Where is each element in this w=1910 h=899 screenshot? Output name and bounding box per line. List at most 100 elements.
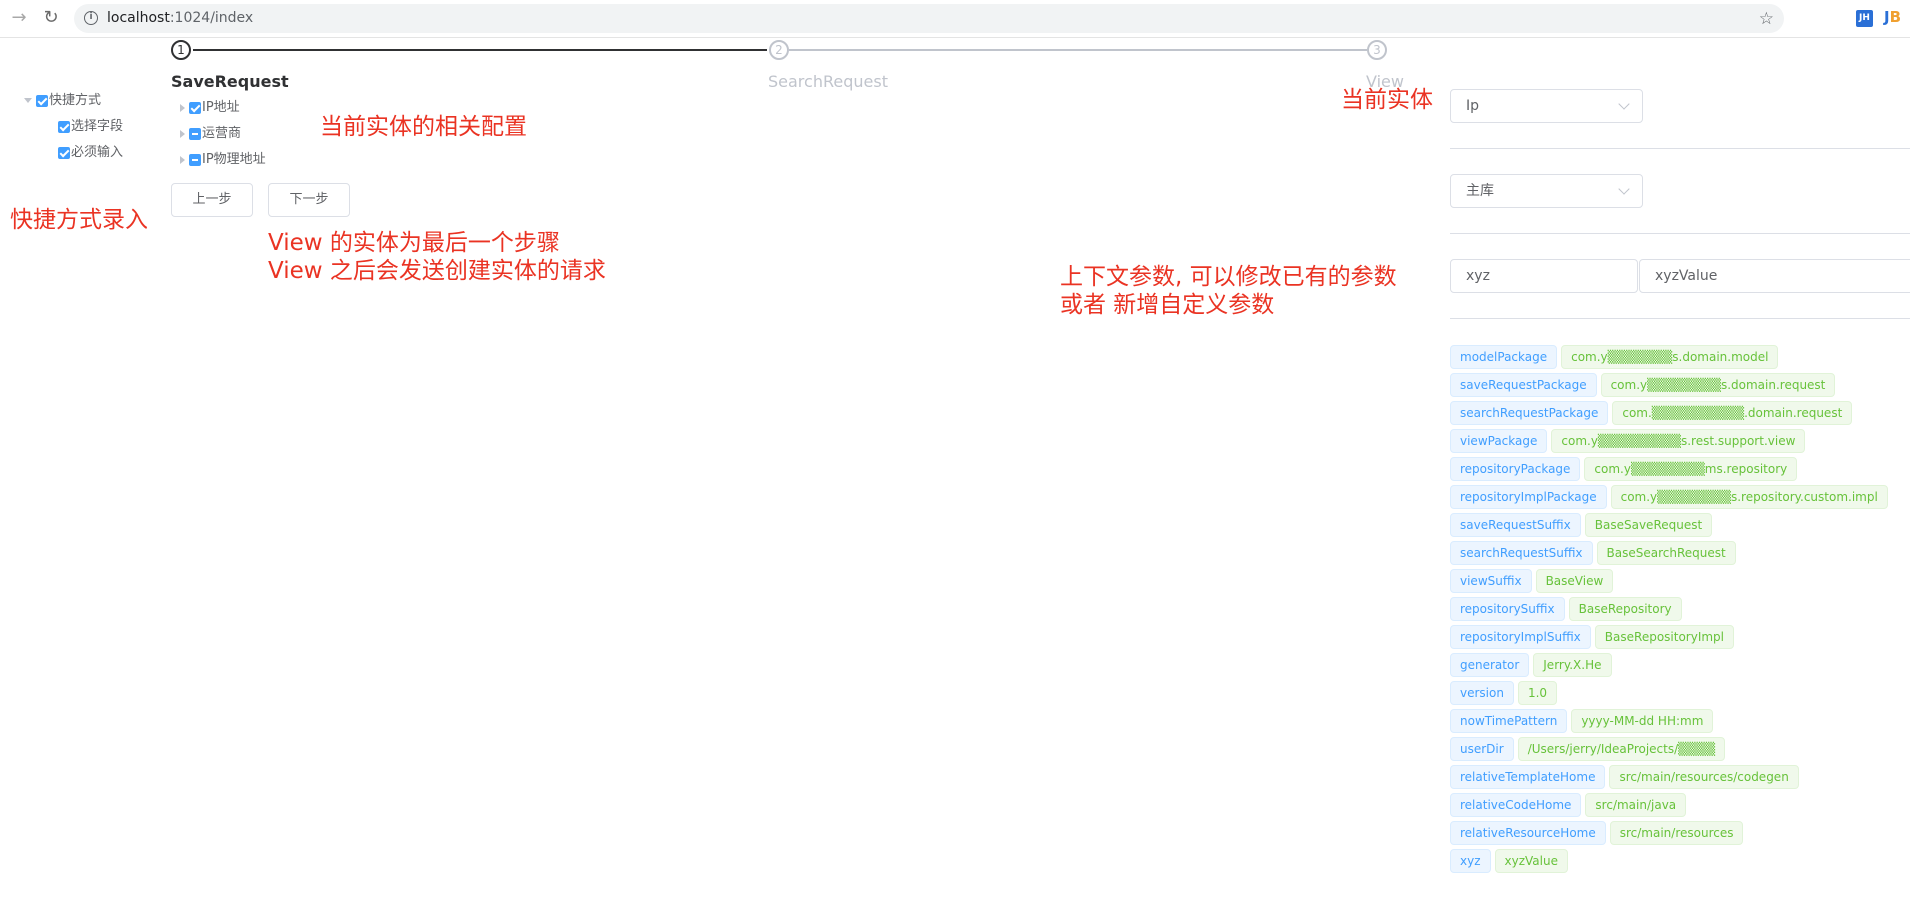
- tree-node-label: 运营商: [202, 126, 242, 141]
- site-info-icon[interactable]: i: [84, 11, 98, 25]
- context-param-row: userDir/Users/jerry/IdeaProjects/▒▒▒▒: [1450, 737, 1729, 761]
- param-key-tag[interactable]: relativeTemplateHome: [1450, 765, 1606, 789]
- next-step-button[interactable]: 下一步: [268, 183, 350, 217]
- step-1-icon: 1: [171, 40, 191, 60]
- param-key-tag[interactable]: xyz: [1450, 849, 1491, 873]
- param-key-tag[interactable]: version: [1450, 681, 1514, 705]
- chevron-down-icon: [1618, 98, 1630, 110]
- back-arrow-icon[interactable]: →: [9, 8, 29, 28]
- annotation-context-2: 或者 新增自定义参数: [1060, 292, 1275, 318]
- param-key-tag[interactable]: saveRequestSuffix: [1450, 513, 1581, 537]
- param-value-tag[interactable]: src/main/java: [1585, 793, 1687, 817]
- extension-jb-icon[interactable]: JB: [1884, 8, 1901, 26]
- tree-node-select-field[interactable]: 选择字段: [58, 117, 123, 137]
- expand-caret-icon[interactable]: [24, 98, 32, 103]
- expand-caret-icon[interactable]: [180, 155, 185, 164]
- param-key-tag[interactable]: repositoryImplPackage: [1450, 485, 1607, 509]
- tree-node-ip[interactable]: IP地址: [180, 98, 240, 118]
- param-key-tag[interactable]: repositoryImplSuffix: [1450, 625, 1591, 649]
- param-value-tag[interactable]: yyyy-MM-dd HH:mm: [1571, 709, 1714, 733]
- context-param-row: searchRequestSuffix BaseSearchRequest: [1450, 541, 1740, 565]
- param-key-tag[interactable]: repositoryPackage: [1450, 457, 1581, 481]
- param-key-tag[interactable]: modelPackage: [1450, 345, 1558, 369]
- param-key-tag[interactable]: searchRequestSuffix: [1450, 541, 1593, 565]
- browser-toolbar: → ↻ i localhost:1024/index ☆ JH JB: [0, 0, 1910, 38]
- tree-checkbox[interactable]: [36, 94, 48, 107]
- param-key-tag[interactable]: searchRequestPackage: [1450, 401, 1609, 425]
- param-key-tag[interactable]: relativeResourceHome: [1450, 821, 1606, 845]
- expand-caret-icon[interactable]: [180, 103, 185, 112]
- tree-checkbox[interactable]: [189, 101, 201, 114]
- tree-node-ip-location[interactable]: IP物理地址: [180, 150, 266, 170]
- annotation-context-1: 上下文参数, 可以修改已有的参数: [1060, 264, 1397, 290]
- param-value-tag[interactable]: com.y▒▒▒▒▒▒▒▒s.repository.custom.impl: [1610, 485, 1888, 509]
- address-bar[interactable]: i localhost:1024/index ☆: [74, 4, 1784, 33]
- context-param-row: relativeTemplateHome src/main/resources/c…: [1450, 765, 1803, 789]
- param-value-tag[interactable]: BaseSearchRequest: [1596, 541, 1736, 565]
- param-key-tag[interactable]: generator: [1450, 653, 1530, 677]
- param-value-tag[interactable]: BaseSaveRequest: [1584, 513, 1713, 537]
- param-value-tag[interactable]: /Users/jerry/IdeaProjects/▒▒▒▒: [1517, 737, 1726, 761]
- entity-select[interactable]: Ip: [1450, 89, 1643, 123]
- tree-node-label: IP物理地址: [202, 152, 266, 167]
- param-key-value: xyz: [1466, 268, 1490, 284]
- param-key-tag[interactable]: nowTimePattern: [1450, 709, 1568, 733]
- prev-step-button[interactable]: 上一步: [171, 183, 253, 217]
- context-param-row: saveRequestPackage com.y▒▒▒▒▒▒▒▒s.domain.…: [1450, 373, 1839, 397]
- param-value-tag[interactable]: src/main/resources: [1609, 821, 1744, 845]
- param-key-input[interactable]: xyz: [1450, 259, 1638, 293]
- tree-node-label: 必须输入: [71, 145, 124, 160]
- tree-checkbox[interactable]: [189, 153, 201, 166]
- divider: [1450, 148, 1910, 149]
- context-param-row: nowTimePattern yyyy-MM-dd HH:mm: [1450, 709, 1717, 733]
- param-value-tag[interactable]: 1.0: [1517, 681, 1558, 705]
- tree-checkbox[interactable]: [58, 120, 70, 133]
- param-value-tag[interactable]: BaseRepository: [1568, 597, 1682, 621]
- param-value-value: xyzValue: [1655, 268, 1718, 284]
- param-value-tag[interactable]: com.y▒▒▒▒▒▒▒▒ms.repository: [1584, 457, 1798, 481]
- tree-node-label: IP地址: [202, 100, 240, 115]
- url-text[interactable]: localhost:1024/index: [107, 4, 253, 33]
- param-value-input[interactable]: xyzValue: [1639, 259, 1910, 293]
- divider: [1450, 233, 1910, 234]
- param-value-tag[interactable]: com.y▒▒▒▒▒▒▒s.domain.model: [1561, 345, 1779, 369]
- context-param-row: xyz xyzValue: [1450, 849, 1572, 873]
- tree-checkbox[interactable]: [189, 127, 201, 140]
- database-select[interactable]: 主库: [1450, 174, 1643, 208]
- param-value-tag[interactable]: xyzValue: [1494, 849, 1568, 873]
- extension-jh-icon[interactable]: JH: [1856, 10, 1873, 27]
- step-2-title: SearchRequest: [768, 72, 888, 91]
- step-line: [193, 49, 767, 51]
- reload-icon[interactable]: ↻: [41, 8, 61, 28]
- param-value-tag[interactable]: src/main/resources/codegen: [1609, 765, 1799, 789]
- step-line: [789, 49, 1367, 51]
- bookmark-star-icon[interactable]: ☆: [1759, 9, 1774, 29]
- param-value-tag[interactable]: Jerry.X.He: [1533, 653, 1612, 677]
- param-value-tag[interactable]: BaseView: [1535, 569, 1614, 593]
- context-param-row: repositoryImplSuffix BaseRepositoryImpl: [1450, 625, 1738, 649]
- param-key-tag[interactable]: relativeCodeHome: [1450, 793, 1582, 817]
- context-param-row: saveRequestSuffix BaseSaveRequest: [1450, 513, 1716, 537]
- param-key-tag[interactable]: viewSuffix: [1450, 569, 1532, 593]
- divider: [1450, 318, 1910, 319]
- tree-node-required[interactable]: 必须输入: [58, 143, 123, 163]
- url-path: :1024/index: [169, 10, 254, 26]
- tree-checkbox[interactable]: [58, 146, 70, 159]
- param-key-tag[interactable]: viewPackage: [1450, 429, 1548, 453]
- param-value-tag[interactable]: com.▒▒▒▒▒▒▒▒▒▒.domain.request: [1612, 401, 1853, 425]
- param-value-tag[interactable]: BaseRepositoryImpl: [1594, 625, 1735, 649]
- expand-caret-icon[interactable]: [180, 129, 185, 138]
- annotation-config: 当前实体的相关配置: [320, 114, 527, 140]
- param-value-tag[interactable]: com.y▒▒▒▒▒▒▒▒▒s.rest.support.view: [1551, 429, 1806, 453]
- step-2-icon: 2: [769, 40, 789, 60]
- annotation-shortcut: 快捷方式录入: [10, 207, 148, 233]
- param-key-tag[interactable]: userDir: [1450, 737, 1514, 761]
- tree-node-carrier[interactable]: 运营商: [180, 124, 241, 144]
- context-param-row: repositoryImplPackage com.y▒▒▒▒▒▒▒▒s.repo…: [1450, 485, 1892, 509]
- url-host: localhost: [107, 10, 170, 26]
- param-key-tag[interactable]: saveRequestPackage: [1450, 373, 1597, 397]
- tree-node-label: 选择字段: [71, 119, 124, 134]
- param-key-tag[interactable]: repositorySuffix: [1450, 597, 1565, 621]
- tree-node-shortcut[interactable]: 快捷方式: [24, 91, 101, 111]
- param-value-tag[interactable]: com.y▒▒▒▒▒▒▒▒s.domain.request: [1600, 373, 1836, 397]
